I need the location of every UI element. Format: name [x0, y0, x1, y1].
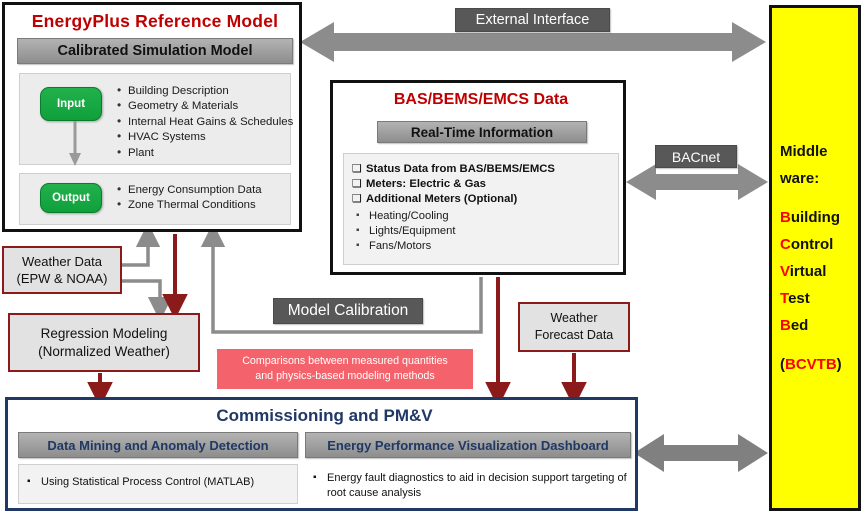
list-item: Building Description	[116, 83, 293, 99]
weather-data-box: Weather Data (EPW & NOAA)	[2, 246, 122, 294]
weather-forecast-data-box: Weather Forecast Data	[518, 302, 630, 352]
commissioning-pmv-panel: Commissioning and PM&V Data Mining and A…	[5, 397, 638, 511]
initial-b2: B	[780, 317, 791, 334]
forecast-line2: Forecast Data	[534, 328, 614, 342]
diagram-canvas: EnergyPlus Reference Model Calibrated Si…	[0, 0, 866, 516]
middleware-line2: ware:	[780, 170, 820, 187]
bcvtb-expansion-test: Test	[780, 285, 856, 312]
bcvtb-expansion-virtual: Virtual	[780, 258, 856, 285]
commissioning-title: Commissioning and PM&V	[216, 406, 433, 425]
bas-check-items: Status Data from BAS/BEMS/EMCS Meters: E…	[352, 162, 555, 208]
list-item: Energy fault diagnostics to aid in decis…	[309, 470, 627, 501]
list-item: Heating/Cooling	[352, 208, 455, 224]
list-item: Zone Thermal Conditions	[116, 197, 262, 213]
bas-bems-emcs-panel: BAS/BEMS/EMCS Data Real-Time Information…	[330, 80, 626, 275]
list-item: Lights/Equipment	[352, 223, 455, 239]
weather-data-line2: (EPW & NOAA)	[16, 271, 108, 286]
list-item: Using Statistical Process Control (MATLA…	[23, 474, 295, 490]
bcvtb-text-block: Middle ware: Building Control Virtual Te…	[780, 138, 856, 378]
energy-visualization-header: Energy Performance Visualization Dashboa…	[305, 432, 631, 458]
bcvtb-acronym: (BCVTB)	[780, 351, 856, 378]
list-item: Additional Meters (Optional)	[352, 192, 555, 207]
bcvtb-expansion-bed: Bed	[780, 312, 856, 339]
input-node: Input	[40, 87, 102, 121]
commissioning-bcvtb-arrow	[634, 434, 768, 472]
energyplus-reference-model-panel: EnergyPlus Reference Model Calibrated Si…	[2, 2, 302, 232]
energyplus-input-panel: Input Building Description Geometry & Ma…	[19, 73, 293, 166]
energy-visualization-items: Energy fault diagnostics to aid in decis…	[309, 470, 627, 501]
calibrated-simulation-model-band: Calibrated Simulation Model	[17, 38, 293, 64]
initial-b: B	[780, 209, 791, 226]
bas-sub-items: Heating/Cooling Lights/Equipment Fans/Mo…	[352, 208, 455, 255]
list-item: Geometry & Materials	[116, 98, 293, 114]
acronym-text: BCVTB	[785, 356, 837, 373]
list-item: HVAC Systems	[116, 129, 293, 145]
bacnet-arrow	[626, 164, 768, 200]
bas-title: BAS/BEMS/EMCS Data	[393, 91, 569, 108]
arrow-weather-to-regression	[122, 279, 173, 322]
rest-virtual: irtual	[789, 263, 827, 280]
list-item: Fans/Motors	[352, 238, 455, 254]
energyplus-output-panel: Output Energy Consumption Data Zone Ther…	[19, 173, 291, 225]
arrow-weather-to-eplus	[122, 222, 161, 267]
bcvtb-middleware-panel: Middle ware: Building Control Virtual Te…	[769, 5, 861, 511]
comparison-note: Comparisons between measured quantities …	[217, 349, 473, 389]
input-to-output-arrow	[69, 121, 81, 166]
list-item: Status Data from BAS/BEMS/EMCS	[352, 162, 555, 177]
list-item: Internal Heat Gains & Schedules	[116, 114, 293, 130]
regression-modeling-box: Regression Modeling (Normalized Weather)	[8, 313, 200, 372]
bcvtb-expansion-control: Control	[780, 231, 856, 258]
comparison-line1: Comparisons between measured quantities	[242, 355, 448, 367]
energyplus-input-items: Building Description Geometry & Material…	[116, 83, 293, 161]
initial-v: V	[780, 263, 790, 280]
regression-line2: (Normalized Weather)	[38, 343, 170, 359]
energyplus-title: EnergyPlus Reference Model	[31, 11, 279, 31]
initial-c: C	[780, 236, 791, 253]
data-mining-items: Using Statistical Process Control (MATLA…	[23, 474, 295, 490]
bas-content-panel: Status Data from BAS/BEMS/EMCS Meters: E…	[343, 153, 619, 265]
data-mining-panel: Using Statistical Process Control (MATLA…	[18, 464, 298, 504]
list-item: Meters: Electric & Gas	[352, 177, 555, 192]
energyplus-output-items: Energy Consumption Data Zone Thermal Con…	[116, 182, 262, 214]
rest-test: est	[788, 290, 810, 307]
output-node: Output	[40, 183, 102, 213]
bacnet-label: BACnet	[655, 145, 737, 168]
forecast-line1: Weather	[550, 311, 598, 325]
comparison-line2: and physics-based modeling methods	[255, 370, 435, 382]
rest-building: uilding	[790, 209, 840, 226]
list-item: Energy Consumption Data	[116, 182, 262, 198]
initial-t: T	[780, 290, 789, 307]
paren-close: )	[836, 356, 842, 373]
weather-data-line1: Weather Data	[22, 254, 102, 269]
model-calibration-label: Model Calibration	[273, 298, 423, 324]
list-item: Plant	[116, 145, 293, 161]
middleware-line1: Middle	[780, 143, 828, 160]
real-time-information-band: Real-Time Information	[377, 121, 587, 143]
energy-visualization-panel: Energy fault diagnostics to aid in decis…	[305, 464, 631, 506]
external-interface-label: External Interface	[455, 8, 610, 32]
rest-bed: ed	[790, 317, 809, 334]
bcvtb-expansion-building: Building	[780, 204, 856, 231]
rest-control: ontrol	[790, 236, 834, 253]
data-mining-header: Data Mining and Anomaly Detection	[18, 432, 298, 458]
regression-line1: Regression Modeling	[40, 325, 168, 341]
